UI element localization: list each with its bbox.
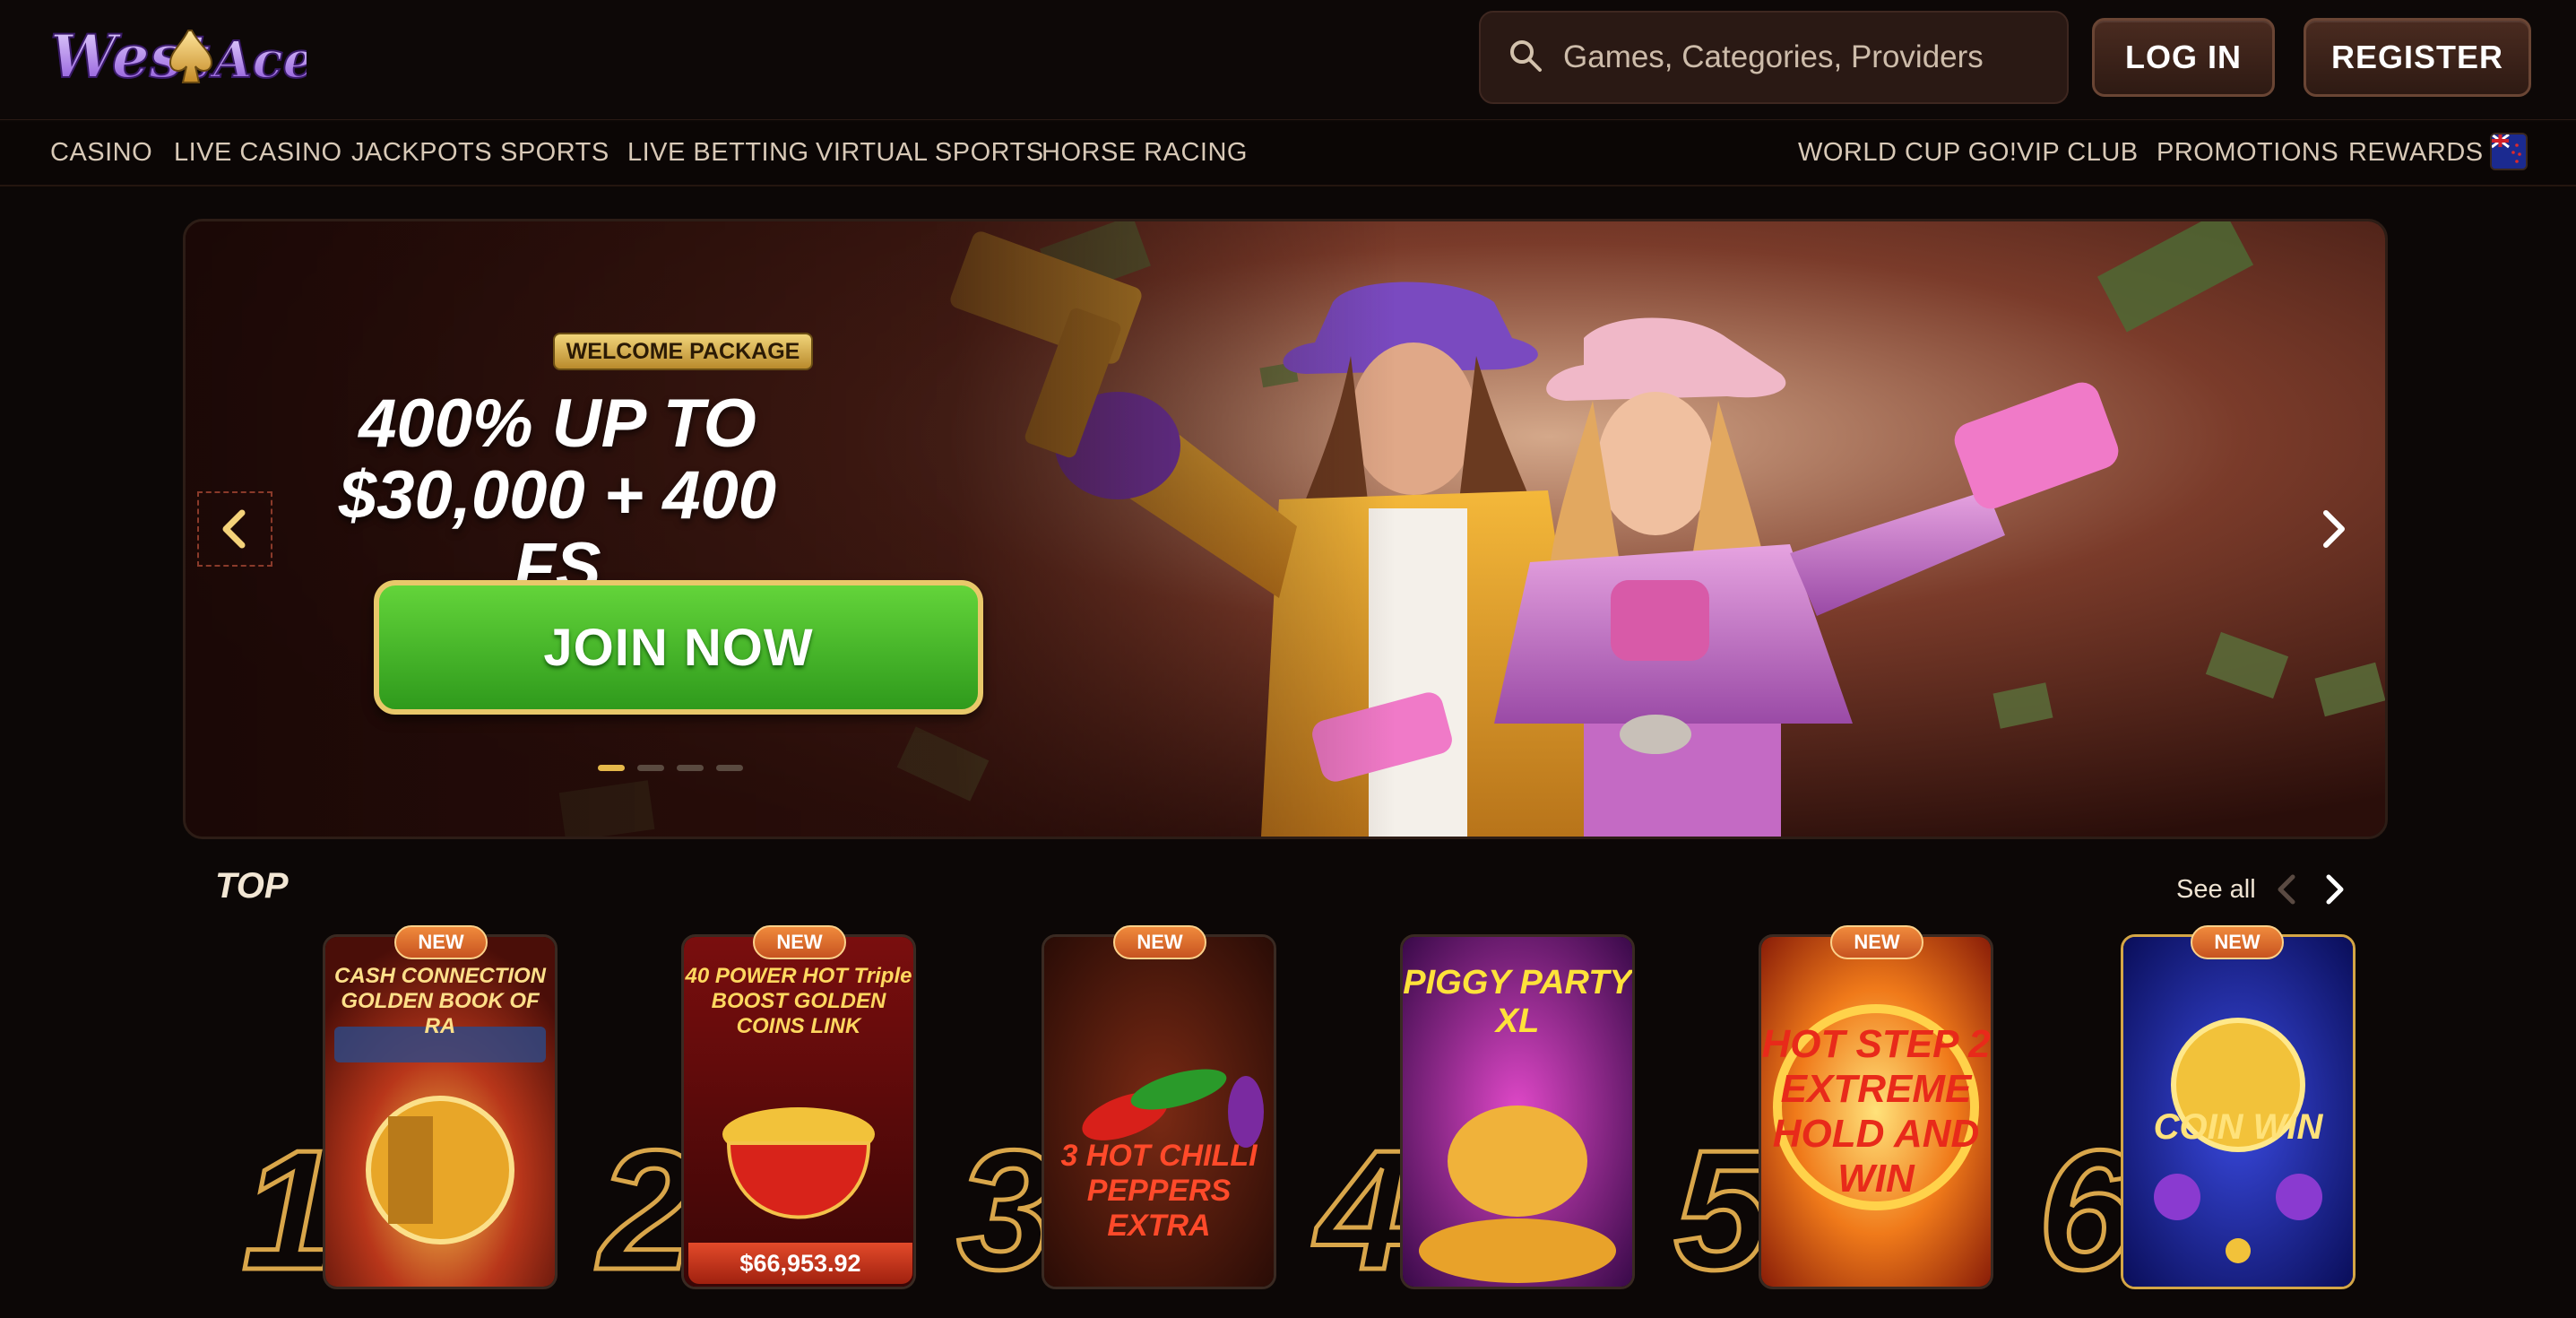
game-card[interactable]: HOT STEP 2 EXTREME HOLD AND WIN	[1759, 934, 1993, 1289]
game-card[interactable]: COIN WIN	[2121, 934, 2356, 1289]
new-badge: NEW	[1113, 925, 1206, 959]
game-title: COIN WIN	[2153, 1107, 2323, 1147]
carousel-dot[interactable]	[677, 765, 704, 771]
nav-vip-club[interactable]: VIP CLUB	[2017, 138, 2139, 168]
carousel-dot[interactable]	[637, 765, 664, 771]
jackpot-amount: $66,953.92	[688, 1243, 912, 1284]
main-nav: CASINO LIVE CASINO JACKPOTS SPORTS LIVE …	[0, 122, 2576, 186]
language-flag-icon[interactable]	[2490, 133, 2528, 170]
carousel-dots	[598, 765, 743, 771]
game-title: PIGGY PARTY XL	[1403, 964, 1632, 1040]
game-title: 40 POWER HOT Triple BOOST GOLDEN COINS L…	[685, 964, 912, 1038]
game-title: HOT STEP 2 EXTREME HOLD AND WIN	[1761, 1022, 1991, 1201]
rank-number: 3	[955, 1115, 1055, 1305]
rank-number: 4	[1314, 1115, 1413, 1305]
welcome-package-badge: WELCOME PACKAGE	[553, 333, 813, 370]
search-icon	[1508, 38, 1543, 78]
site-header: West Ace LOG IN REGISTER	[0, 0, 2576, 120]
section-prev-arrow-icon[interactable]	[2273, 871, 2300, 907]
game-card[interactable]: 3 HOT CHILLI PEPPERS EXTRA	[1042, 934, 1276, 1289]
section-next-arrow-icon[interactable]	[2321, 871, 2348, 907]
new-badge: NEW	[2191, 925, 2284, 959]
section-title-top: TOP	[215, 866, 289, 906]
nav-live-casino[interactable]: LIVE CASINO	[174, 138, 342, 168]
carousel-dot[interactable]	[598, 765, 625, 771]
register-button[interactable]: REGISTER	[2304, 18, 2531, 97]
headline-line-1: 400% UP TO	[359, 386, 756, 462]
new-badge: NEW	[394, 925, 488, 959]
rank-number: 5	[1673, 1115, 1772, 1305]
banner-prev-arrow-icon[interactable]	[197, 491, 272, 567]
brand-logo[interactable]: West Ace	[47, 13, 316, 102]
nav-jackpots[interactable]: JACKPOTS	[351, 138, 492, 168]
game-card[interactable]: CASH CONNECTION GOLDEN BOOK OF RA	[323, 934, 558, 1289]
nav-virtual-sports[interactable]: VIRTUAL SPORTS	[816, 138, 1044, 168]
carousel-dot[interactable]	[716, 765, 743, 771]
rank-number: 6	[2036, 1115, 2136, 1305]
game-title: 3 HOT CHILLI PEPPERS EXTRA	[1060, 1139, 1258, 1243]
nav-sports[interactable]: SPORTS	[500, 138, 609, 168]
svg-text:Ace: Ace	[209, 30, 307, 90]
game-card[interactable]: PIGGY PARTY XL	[1400, 934, 1635, 1289]
banner-next-arrow-icon[interactable]	[2311, 502, 2356, 556]
game-title: CASH CONNECTION GOLDEN BOOK OF RA	[333, 964, 546, 1038]
promo-banner[interactable]: WELCOME PACKAGE 400% UP TO $30,000 + 400…	[183, 219, 2388, 839]
game-card[interactable]: 40 POWER HOT Triple BOOST GOLDEN COINS L…	[681, 934, 916, 1289]
login-button[interactable]: LOG IN	[2092, 18, 2275, 97]
new-badge: NEW	[1830, 925, 1923, 959]
nav-rewards[interactable]: REWARDS	[2348, 138, 2484, 168]
nav-live-betting[interactable]: LIVE BETTING	[627, 138, 809, 168]
see-all-link[interactable]: See all	[2176, 875, 2256, 905]
banner-headline: 400% UP TO $30,000 + 400 FS	[293, 388, 822, 603]
rank-number: 2	[597, 1115, 696, 1305]
nav-casino[interactable]: CASINO	[50, 138, 152, 168]
nav-world-cup[interactable]: WORLD CUP GO!	[1798, 138, 2017, 168]
search-input[interactable]	[1563, 39, 2067, 75]
nav-promotions[interactable]: PROMOTIONS	[2157, 138, 2338, 168]
join-now-button[interactable]: JOIN NOW	[374, 580, 983, 715]
nav-horse-racing[interactable]: HORSE RACING	[1042, 138, 1248, 168]
search-box[interactable]	[1479, 11, 2069, 104]
new-badge: NEW	[753, 925, 846, 959]
